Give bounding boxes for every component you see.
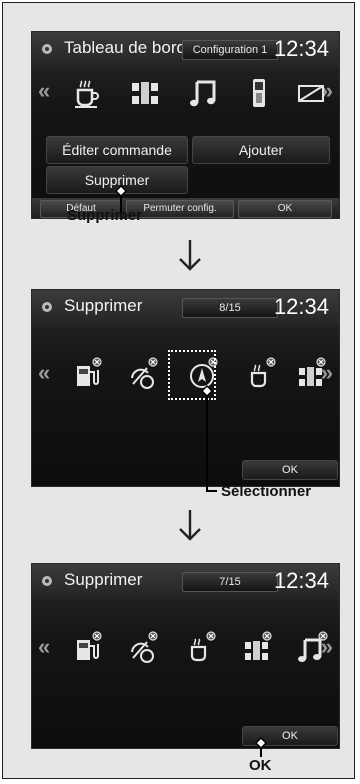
coffee-icon[interactable]	[244, 357, 278, 392]
callout-pointer	[201, 385, 217, 492]
gear-icon	[42, 44, 52, 54]
swap-config-button[interactable]: Permuter config.	[126, 200, 234, 218]
chevron-left-icon[interactable]: «	[38, 634, 50, 660]
screen-dashboard: Tableau de bord Configuration 1 12:34 « …	[31, 31, 340, 219]
fuel-icon[interactable]	[70, 357, 104, 392]
down-arrow-icon	[179, 510, 201, 541]
clock: 12:34	[273, 294, 329, 319]
chassis-icon[interactable]	[240, 631, 274, 666]
trip-icon[interactable]	[126, 357, 160, 392]
edit-command-button[interactable]: Éditer commande	[46, 136, 188, 164]
music-note-icon[interactable]	[186, 76, 220, 110]
config-label[interactable]: Configuration 1	[182, 40, 278, 60]
chevron-left-icon[interactable]: «	[38, 78, 50, 104]
top-bar: Supprimer 7/15 12:34	[32, 564, 339, 600]
screen-delete-confirm: Supprimer 7/15 12:34 « » OK	[31, 563, 340, 749]
callout-ok: OK	[249, 757, 272, 774]
callout-delete: Supprimer	[67, 207, 143, 224]
callout-select: Sélectionner	[221, 483, 312, 500]
trip-icon[interactable]	[126, 631, 160, 666]
screen-title: Tableau de bord	[64, 38, 186, 57]
coffee-icon[interactable]	[70, 76, 104, 110]
instruction-frame: Tableau de bord Configuration 1 12:34 « …	[2, 2, 355, 779]
top-bar: Tableau de bord Configuration 1 12:34	[32, 32, 339, 68]
chassis-icon[interactable]	[294, 357, 328, 392]
clock: 12:34	[273, 36, 329, 61]
ok-button[interactable]: OK	[242, 460, 338, 480]
top-bar: Supprimer 8/15 12:34	[32, 290, 339, 326]
page-indicator: 8/15	[182, 298, 278, 318]
clock: 12:34	[273, 568, 329, 593]
envelope-icon[interactable]	[294, 76, 328, 110]
fuel-icon[interactable]	[70, 631, 104, 666]
screen-title: Supprimer	[64, 296, 143, 315]
music-note-icon[interactable]	[294, 631, 328, 666]
coffee-icon[interactable]	[184, 631, 218, 666]
add-button[interactable]: Ajouter	[192, 136, 330, 164]
down-arrow-icon	[179, 240, 201, 271]
callout-pointer	[255, 737, 267, 757]
gear-icon	[42, 302, 52, 312]
screen-title: Supprimer	[64, 570, 143, 589]
screen-delete-select: Supprimer 8/15 12:34 « » OK	[31, 289, 340, 487]
chassis-icon[interactable]	[128, 76, 162, 110]
chevron-left-icon[interactable]: «	[38, 360, 50, 386]
ok-button[interactable]: OK	[238, 200, 332, 218]
gear-icon	[42, 576, 52, 586]
page-indicator: 7/15	[182, 572, 278, 592]
phone-icon[interactable]	[242, 76, 276, 110]
